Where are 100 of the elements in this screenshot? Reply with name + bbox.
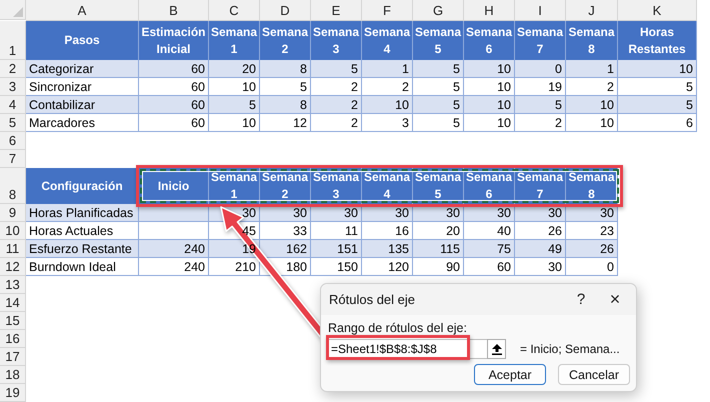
row-header[interactable]: 17 — [0, 348, 26, 366]
table-cell: 5 — [515, 96, 566, 114]
table-cell: 10 — [209, 78, 260, 96]
table-cell: 2 — [515, 114, 566, 132]
row-header[interactable]: 4 — [0, 96, 26, 114]
row-header[interactable]: 16 — [0, 330, 26, 348]
row-header[interactable]: 11 — [0, 240, 26, 258]
table-cell: 20 — [413, 222, 464, 240]
table-cell: 33 — [260, 222, 311, 240]
row-header[interactable]: 19 — [0, 384, 26, 402]
table-cell: 0 — [515, 60, 566, 78]
table-header-cell: Horas Restantes — [618, 21, 697, 60]
range-preview: = Inicio; Semana... — [520, 342, 620, 356]
dialog-button[interactable]: Aceptar — [474, 364, 546, 385]
table-cell: 10 — [464, 96, 515, 114]
table-cell: 40 — [464, 222, 515, 240]
table-cell: 12 — [260, 114, 311, 132]
table-cell: 162 — [260, 240, 311, 258]
table-cell: 90 — [413, 258, 464, 276]
table-cell: 10 — [464, 78, 515, 96]
table-cell: 19 — [515, 78, 566, 96]
table-cell: 10 — [362, 96, 413, 114]
table-cell: 2 — [566, 78, 618, 96]
table-cell: 49 — [515, 240, 566, 258]
table-cell: 0 — [566, 258, 618, 276]
table-cell: 5 — [413, 60, 464, 78]
column-header[interactable]: H — [464, 0, 515, 21]
table-cell: Contabilizar — [26, 96, 139, 114]
table-header-cell: Semana 4 — [362, 21, 413, 60]
table-header-cell: Semana 1 — [209, 21, 260, 60]
table-cell: 5 — [260, 78, 311, 96]
table-cell: 240 — [139, 258, 209, 276]
table-cell: 75 — [464, 240, 515, 258]
column-header[interactable]: F — [362, 0, 413, 21]
table-cell: 10 — [209, 114, 260, 132]
table-cell: Burndown Ideal — [26, 258, 139, 276]
table-cell: 2 — [311, 114, 362, 132]
table-cell: 10 — [464, 114, 515, 132]
table-cell: Categorizar — [26, 60, 139, 78]
help-button[interactable]: ? — [570, 288, 592, 310]
row-header[interactable]: 12 — [0, 258, 26, 276]
table-cell: 60 — [139, 60, 209, 78]
table-cell: Sincronizar — [26, 78, 139, 96]
table-cell: 26 — [566, 240, 618, 258]
table-cell: 30 — [515, 258, 566, 276]
row-header[interactable]: 5 — [0, 114, 26, 132]
table-header-cell: Configuración — [26, 168, 139, 204]
column-header[interactable]: I — [515, 0, 566, 21]
table-cell: Horas Planificadas — [26, 204, 139, 222]
table-cell: 5 — [413, 114, 464, 132]
close-button[interactable]: × — [604, 288, 626, 310]
column-header[interactable]: E — [311, 0, 362, 21]
column-header[interactable]: G — [413, 0, 464, 21]
row-header[interactable]: 6 — [0, 132, 26, 150]
row-header[interactable]: 8 — [0, 168, 26, 204]
dialog-button[interactable]: Cancelar — [558, 364, 630, 385]
row-header[interactable]: 9 — [0, 204, 26, 222]
column-header[interactable]: J — [566, 0, 618, 21]
table-cell: 2 — [311, 78, 362, 96]
table-cell: 5 — [618, 78, 697, 96]
column-header[interactable]: B — [139, 0, 209, 21]
row-header[interactable]: 3 — [0, 78, 26, 96]
table-cell: 2 — [362, 78, 413, 96]
row-header[interactable]: 2 — [0, 60, 26, 78]
table-header-cell: Semana 7 — [515, 21, 566, 60]
row-header[interactable]: 1 — [0, 21, 26, 60]
field-label: Rango de rótulos del eje: — [328, 321, 468, 336]
table-cell: 6 — [618, 114, 697, 132]
table-cell: 1 — [362, 60, 413, 78]
table-cell: 16 — [362, 222, 413, 240]
column-header[interactable]: A — [26, 0, 139, 21]
table-header-cell: Semana 3 — [311, 21, 362, 60]
table-header-cell: Estimación Inicial — [139, 21, 209, 60]
column-header[interactable]: C — [209, 0, 260, 21]
table-cell: 8 — [260, 60, 311, 78]
row-header[interactable]: 15 — [0, 312, 26, 330]
table-header-cell: Semana 5 — [413, 21, 464, 60]
table-cell: 120 — [362, 258, 413, 276]
row-header[interactable]: 13 — [0, 276, 26, 294]
table-cell: 210 — [209, 258, 260, 276]
table-cell: 23 — [566, 222, 618, 240]
collapse-button[interactable] — [487, 339, 506, 359]
table-cell: 10 — [566, 96, 618, 114]
table-cell: 3 — [362, 114, 413, 132]
row-header[interactable]: 7 — [0, 150, 26, 168]
table-cell: 1 — [566, 60, 618, 78]
column-header[interactable]: K — [618, 0, 697, 21]
table-cell: 60 — [139, 96, 209, 114]
table-cell: 8 — [260, 96, 311, 114]
row-header[interactable]: 10 — [0, 222, 26, 240]
table-cell: 151 — [311, 240, 362, 258]
table-cell: 60 — [464, 258, 515, 276]
table-cell: 26 — [515, 222, 566, 240]
table-cell: Esfuerzo Restante — [26, 240, 139, 258]
row-header[interactable]: 14 — [0, 294, 26, 312]
column-header[interactable]: D — [260, 0, 311, 21]
row-header[interactable]: 18 — [0, 366, 26, 384]
dialog-title: Rótulos del eje — [329, 292, 416, 307]
table-cell: 20 — [209, 60, 260, 78]
table-cell: 240 — [139, 240, 209, 258]
